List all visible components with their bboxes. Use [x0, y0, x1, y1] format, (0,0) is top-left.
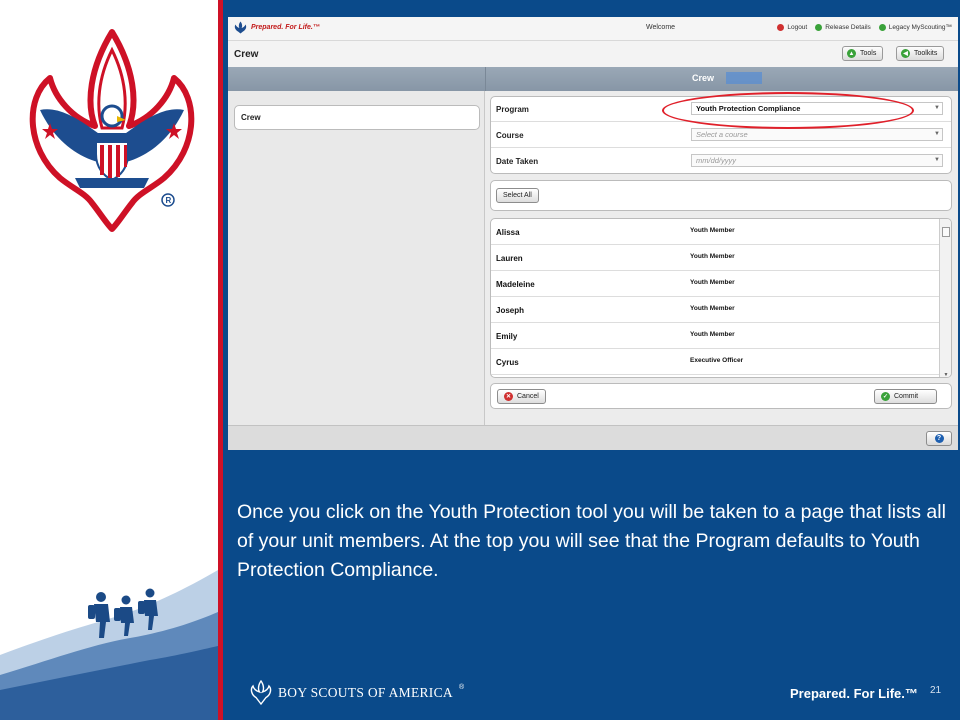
tab-crew[interactable]: Crew — [234, 49, 258, 60]
power-icon — [777, 24, 785, 31]
toolkits-label: Toolkits — [914, 50, 938, 57]
select-all-button[interactable]: Select All — [496, 188, 539, 203]
top-links: Logout Release Details Legacy MyScouting… — [777, 24, 952, 31]
program-label: Program — [496, 105, 529, 114]
left-pane: Crew — [228, 91, 485, 425]
logout-link[interactable]: Logout — [777, 24, 807, 31]
fleur-de-lis-icon — [250, 680, 272, 706]
bsa-fleur-de-lis-emblem: R — [29, 29, 195, 232]
tools-button[interactable]: ▲ Tools — [842, 46, 884, 61]
toolkits-button[interactable]: ◀ Toolkits — [896, 46, 945, 61]
list-item[interactable]: Alissa Youth Member — [491, 219, 940, 245]
chevron-down-icon: ▼ — [934, 131, 940, 137]
member-name: Lauren — [496, 254, 523, 263]
check-icon — [878, 24, 886, 31]
right-pane: Program Youth Protection Compliance ▼ Co… — [485, 91, 958, 425]
release-details-label: Release Details — [825, 24, 871, 31]
hikers-silhouette-illustration — [0, 570, 218, 720]
scroll-thumb[interactable] — [942, 227, 950, 237]
slide-number: 21 — [930, 685, 942, 696]
svg-text:R: R — [166, 196, 172, 205]
help-icon: ? — [934, 434, 944, 443]
list-item[interactable]: Lauren Youth Member — [491, 245, 940, 271]
left-panel: R — [0, 0, 218, 720]
commit-label: Commit — [894, 393, 919, 400]
member-name: Emily — [496, 332, 518, 341]
date-label: Date Taken — [496, 157, 539, 166]
app-screenshot: Prepared. For Life.™ Welcome Logout Rele… — [228, 17, 958, 450]
logout-label: Logout — [787, 24, 808, 31]
action-bar: ✕ Cancel ✓ Commit — [490, 383, 952, 409]
app-brand: Prepared. For Life.™ — [234, 21, 320, 34]
tools-icon: ▲ — [847, 49, 856, 58]
footer-trademark: ® — [458, 684, 465, 691]
legacy-myscouting-link[interactable]: Legacy MyScouting™ — [878, 24, 952, 31]
slide-caption: Once you click on the Youth Protection t… — [237, 501, 946, 581]
member-list-scrollbar[interactable]: ▼ — [939, 219, 951, 377]
cancel-icon: ✕ — [504, 392, 513, 401]
list-item[interactable]: Cyrus Executive Officer — [491, 349, 940, 375]
welcome-text: Welcome — [646, 24, 676, 31]
date-row: Date Taken mm/dd/yyyy ▼ — [491, 149, 951, 174]
fleur-de-lis-icon — [234, 21, 247, 34]
app-status-bar: ? — [228, 425, 958, 450]
footer-brand: BOY SCOUTS OF AMERICA ® — [250, 680, 464, 706]
member-role: Youth Member — [690, 227, 735, 234]
app-sub-bar: Crew ▲ Tools ◀ Toolkits — [228, 41, 958, 67]
member-role: Youth Member — [690, 305, 735, 312]
member-name: Joseph — [496, 306, 525, 315]
member-role: Executive Officer — [690, 357, 744, 364]
member-name: Madeleine — [496, 280, 535, 289]
brand-tagline: Prepared. For Life.™ — [251, 24, 320, 31]
select-all-bar: Select All — [490, 180, 952, 211]
list-item[interactable]: Madeleine Youth Member — [491, 271, 940, 297]
scroll-down-icon[interactable]: ▼ — [940, 371, 951, 377]
chevron-down-icon: ▼ — [934, 105, 940, 111]
release-details-link[interactable]: Release Details — [815, 24, 871, 31]
tools-label: Tools — [860, 50, 877, 57]
legacy-myscouting-label: Legacy MyScouting™ — [888, 24, 952, 31]
footer-org-name: BOY SCOUTS OF AMERICA — [278, 685, 453, 700]
left-pane-header — [228, 67, 485, 91]
member-name: Alissa — [496, 228, 520, 237]
course-row: Course Select a course ▼ — [491, 123, 951, 148]
checkmark-icon: ✓ — [881, 392, 890, 401]
footer-motto: Prepared. For Life.™ — [790, 686, 918, 701]
left-list-item-crew[interactable]: Crew — [234, 105, 480, 130]
course-label: Course — [496, 131, 524, 140]
chevron-down-icon: ▼ — [934, 157, 940, 163]
app-top-bar: Prepared. For Life.™ Welcome Logout Rele… — [228, 17, 958, 41]
list-item[interactable]: Emily Youth Member — [491, 323, 940, 349]
cancel-label: Cancel — [517, 393, 539, 400]
date-placeholder: mm/dd/yyyy — [696, 156, 737, 165]
course-placeholder: Select a course — [696, 130, 748, 139]
member-role: Youth Member — [690, 253, 735, 260]
program-highlight-ellipse — [662, 92, 914, 129]
right-pane-header: Crew — [485, 67, 958, 91]
commit-button[interactable]: ✓ Commit — [874, 389, 937, 404]
toolkits-icon: ◀ — [901, 49, 910, 58]
list-item[interactable]: Joseph Youth Member — [491, 297, 940, 323]
course-select[interactable]: Select a course ▼ — [691, 128, 943, 141]
select-all-label: Select All — [503, 192, 532, 199]
member-list: Alissa Youth Member Lauren Youth Member … — [490, 218, 952, 378]
pane-title-highlight — [726, 72, 762, 84]
member-role: Youth Member — [690, 279, 735, 286]
pane-title: Crew — [692, 73, 715, 83]
member-name: Cyrus — [496, 358, 519, 367]
check-icon — [815, 24, 823, 31]
help-button[interactable]: ? — [926, 431, 952, 446]
member-role: Youth Member — [690, 331, 735, 338]
cancel-button[interactable]: ✕ Cancel — [497, 389, 546, 404]
date-input[interactable]: mm/dd/yyyy ▼ — [691, 154, 943, 167]
